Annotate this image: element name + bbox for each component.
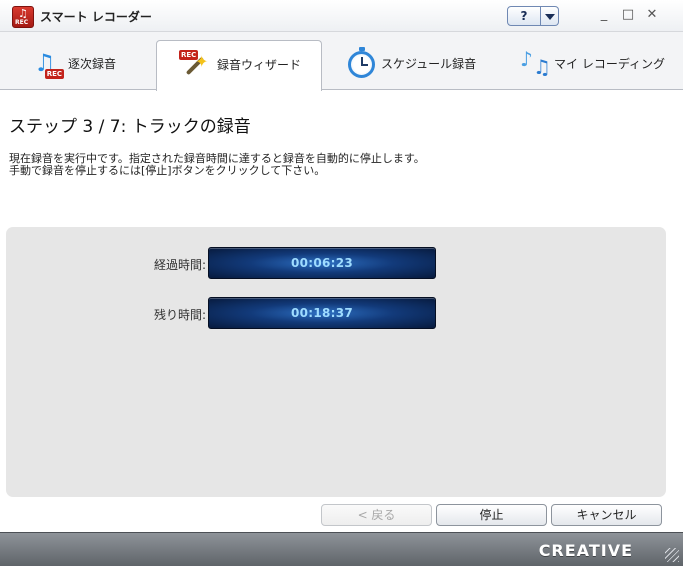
- minimize-button[interactable]: _: [595, 6, 613, 24]
- tab-scheduled-recording[interactable]: スケジュール録音: [323, 40, 493, 90]
- cancel-button[interactable]: キャンセル: [551, 504, 662, 526]
- maximize-button[interactable]: □: [619, 6, 637, 24]
- creative-logo: CREATIVE: [538, 541, 633, 560]
- resize-grip-icon[interactable]: [665, 548, 679, 562]
- tab-label: 逐次録音: [68, 57, 117, 71]
- app-icon: ♫ REC: [12, 6, 34, 28]
- description-line: 手動で録音を停止するには[停止]ボタンをクリックして下さい。: [9, 164, 326, 177]
- wizard-wand-icon: REC ✦: [179, 50, 209, 80]
- timer-panel: 経過時間: 00:06:23 残り時間: 00:18:37: [6, 227, 666, 497]
- help-dropdown-icon[interactable]: [541, 6, 559, 26]
- tab-recording-wizard[interactable]: REC ✦ 録音ウィザード: [156, 40, 322, 91]
- clock-icon: [347, 47, 377, 79]
- tab-sequential-recording[interactable]: ♫ REC 逐次録音: [0, 40, 155, 90]
- step-title: ステップ 3 / 7: トラックの録音: [9, 117, 251, 137]
- close-button[interactable]: ✕: [643, 6, 661, 24]
- window-title: スマート レコーダー: [40, 10, 152, 24]
- stop-button[interactable]: 停止: [436, 504, 547, 526]
- tab-label: マイ レコーディング: [554, 57, 665, 71]
- elapsed-time-display: 00:06:23: [208, 247, 436, 279]
- music-rec-icon: ♫ REC: [34, 49, 64, 79]
- back-button[interactable]: < 戻る: [321, 504, 432, 526]
- tab-label: スケジュール録音: [381, 57, 477, 71]
- title-bar: ♫ REC スマート レコーダー ? _ □ ✕: [0, 0, 683, 32]
- footer-bar: CREATIVE: [0, 532, 683, 566]
- tab-bar: ♫ REC 逐次録音 REC ✦ 録音ウィザード スケジュール録音 ♪ ♫ マイ レコ…: [0, 32, 683, 91]
- tab-label: 録音ウィザード: [217, 58, 302, 72]
- remaining-time-label: 残り時間:: [153, 308, 206, 322]
- tab-my-recordings[interactable]: ♪ ♫ マイ レコーディング: [494, 40, 683, 90]
- remaining-time-display: 00:18:37: [208, 297, 436, 329]
- music-notes-icon: ♪ ♫: [520, 47, 551, 79]
- help-button[interactable]: ?: [507, 6, 541, 26]
- elapsed-time-label: 経過時間:: [153, 258, 206, 272]
